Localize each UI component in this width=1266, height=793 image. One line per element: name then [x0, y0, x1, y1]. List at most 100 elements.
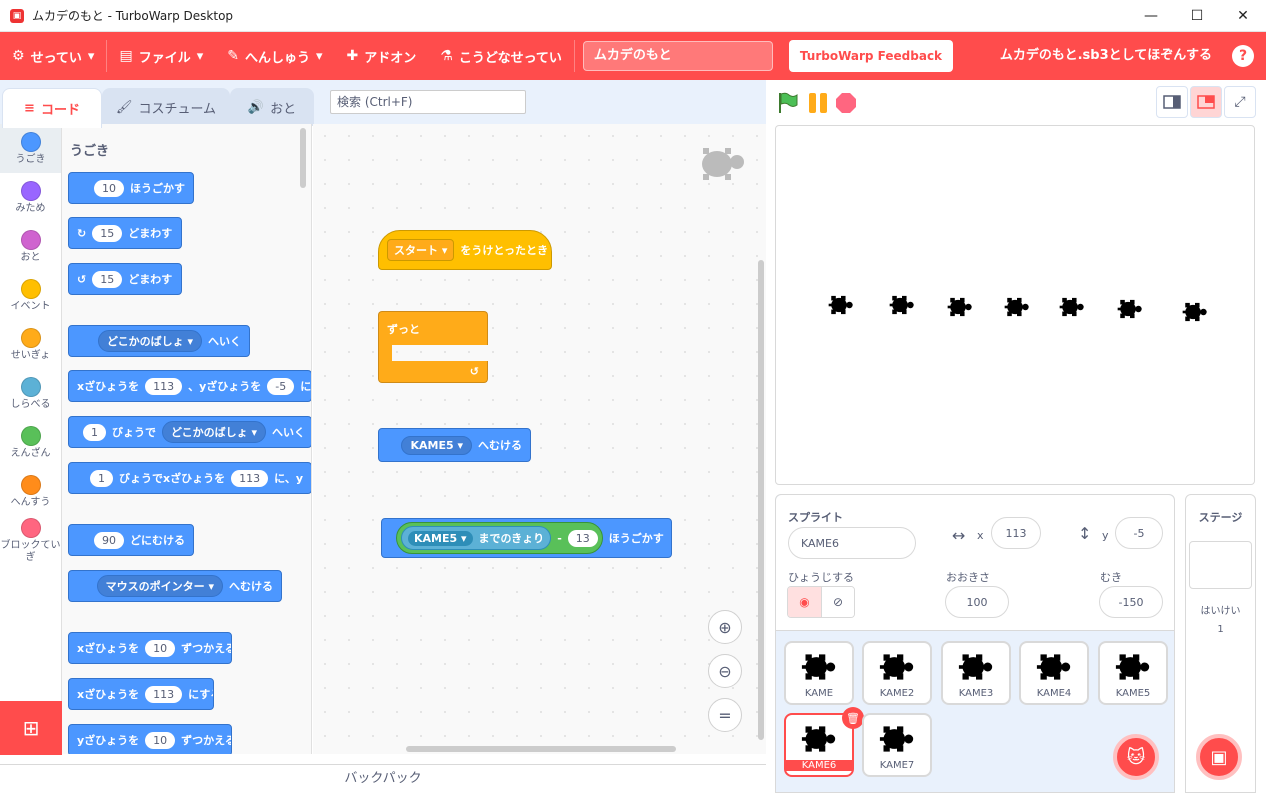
block-input[interactable]: 113 — [145, 377, 183, 395]
backdrop-thumbnail[interactable] — [1189, 541, 1252, 589]
block-input[interactable]: 13 — [567, 529, 598, 547]
project-title-input[interactable]: ムカデのもと — [582, 41, 773, 71]
category-item[interactable]: しらべる — [0, 369, 61, 418]
sprite-name-input[interactable]: KAME6 — [788, 527, 916, 559]
turn-left-block[interactable]: ↺ 15 どまわす — [68, 263, 182, 295]
block-dropdown[interactable]: KAME5 ▾ — [401, 435, 472, 455]
maximize-button[interactable]: ☐ — [1174, 0, 1220, 32]
close-button[interactable]: ✕ — [1220, 0, 1266, 32]
sprite-tile[interactable]: KAME4 — [1019, 641, 1089, 705]
block-input[interactable]: 113 — [145, 685, 183, 703]
green-flag-icon[interactable] — [776, 91, 800, 115]
direction-input[interactable]: -150 — [1099, 586, 1163, 618]
add-backdrop-button[interactable]: ▣ — [1196, 734, 1242, 780]
large-stage-button[interactable] — [1190, 86, 1222, 118]
feedback-button[interactable]: TurboWarp Feedback — [788, 40, 954, 72]
turtle-sprite[interactable] — [1059, 294, 1084, 318]
sprite-tile[interactable]: KAME7 — [862, 713, 932, 777]
category-item[interactable]: おと — [0, 222, 61, 271]
fullscreen-button[interactable]: ⤢ — [1224, 86, 1256, 118]
set-x-block[interactable]: xざひょうを 113 にする — [68, 678, 214, 710]
block-dropdown[interactable]: どこかのばしょ ▾ — [162, 421, 267, 443]
palette-scrollbar[interactable] — [300, 128, 306, 188]
distance-reporter[interactable]: KAME5 ▾ までのきょり — [401, 526, 552, 550]
subtract-reporter[interactable]: KAME5 ▾ までのきょり - 13 — [396, 522, 603, 554]
y-input[interactable]: -5 — [1115, 517, 1163, 549]
move-steps-block[interactable]: 10 ほうごかす — [68, 172, 194, 204]
delete-sprite-icon[interactable]: 🗑 — [842, 707, 864, 729]
category-item[interactable]: えんざん — [0, 418, 61, 467]
glide-to-block[interactable]: 1 びょうで どこかのばしょ ▾ へいく — [68, 416, 311, 448]
search-input[interactable]: 検索 (Ctrl+F) — [330, 90, 526, 114]
block-input[interactable]: 10 — [94, 179, 124, 197]
sprite-tile[interactable]: KAME — [784, 641, 854, 705]
zoom-out-button[interactable]: ⊖ — [708, 654, 742, 688]
block-input[interactable]: 1 — [83, 423, 106, 441]
block-dropdown[interactable]: KAME5 ▾ — [408, 530, 473, 546]
minimize-button[interactable]: — — [1128, 0, 1174, 32]
block-input[interactable]: 10 — [145, 639, 176, 657]
block-input[interactable]: 113 — [231, 469, 269, 487]
workspace-vscrollbar[interactable] — [758, 260, 764, 740]
file-menu[interactable]: ▤ ファイル ▾ — [107, 32, 215, 80]
zoom-in-button[interactable]: ⊕ — [708, 610, 742, 644]
stage-canvas[interactable] — [775, 125, 1255, 485]
turtle-sprite[interactable] — [1117, 296, 1142, 320]
category-item[interactable]: へんすう — [0, 467, 61, 516]
point-towards-workspace-block[interactable]: KAME5 ▾ へむける — [378, 428, 531, 462]
block-dropdown[interactable]: どこかのばしょ ▾ — [97, 330, 202, 352]
block-input[interactable]: -5 — [267, 377, 295, 395]
backpack-bar[interactable]: バックパック — [0, 764, 766, 793]
turtle-sprite[interactable] — [889, 292, 914, 316]
stop-button[interactable] — [836, 93, 856, 113]
move-steps-workspace-block[interactable]: KAME5 ▾ までのきょり - 13 ほうごかす — [381, 518, 672, 558]
glide-to-xy-block[interactable]: 1 びょうでxざひょうを 113 に、y — [68, 462, 311, 494]
category-item[interactable]: うごき — [0, 124, 61, 173]
change-y-block[interactable]: yざひょうを 10 ずつかえる — [68, 724, 232, 754]
sprite-tile[interactable]: KAME5 — [1098, 641, 1168, 705]
script-workspace[interactable]: スタート ▾ をうけとったとき ずっと ↺ KAME5 ▾ へむける KAME5 ▾… — [313, 124, 766, 754]
workspace-hscrollbar[interactable] — [406, 746, 676, 752]
stage-selector[interactable]: ステージ はいけい 1 ▣ — [1185, 494, 1256, 793]
hide-eye-icon[interactable]: ⊘ — [820, 587, 854, 617]
point-towards-block[interactable]: マウスのポインター ▾ へむける — [68, 570, 282, 602]
x-input[interactable]: 113 — [991, 517, 1041, 549]
small-stage-button[interactable] — [1156, 86, 1188, 118]
tab-sound[interactable]: 🔊 おと — [230, 88, 314, 126]
go-to-xy-block[interactable]: xざひょうを 113 、yざひょうを -5 にする — [68, 370, 311, 402]
edit-menu[interactable]: ✎ へんしゅう ▾ — [215, 32, 334, 80]
settings-menu[interactable]: ⚙ せってい ▾ — [0, 32, 106, 80]
turtle-sprite[interactable] — [947, 294, 972, 318]
category-item[interactable]: イベント — [0, 271, 61, 320]
block-dropdown[interactable]: マウスのポインター ▾ — [96, 575, 223, 597]
block-dropdown[interactable]: スタート ▾ — [387, 239, 455, 261]
sprite-tile[interactable]: KAME3 — [941, 641, 1011, 705]
block-input[interactable]: 1 — [90, 469, 114, 487]
addons-menu[interactable]: ✚ アドオン — [335, 32, 429, 80]
block-input[interactable]: 10 — [145, 731, 176, 749]
category-item[interactable]: せいぎょ — [0, 320, 61, 369]
size-input[interactable]: 100 — [945, 586, 1009, 618]
pause-button[interactable] — [808, 93, 828, 113]
add-extension-button[interactable]: ⊞ — [0, 701, 62, 755]
forever-block[interactable]: ずっと ↺ — [378, 311, 488, 383]
turtle-sprite[interactable] — [1182, 299, 1207, 323]
help-icon[interactable]: ? — [1232, 45, 1254, 67]
show-eye-icon[interactable]: ◉ — [788, 587, 821, 617]
turtle-sprite[interactable] — [828, 292, 853, 316]
when-receive-block[interactable]: スタート ▾ をうけとったとき — [378, 230, 552, 270]
category-item[interactable]: みため — [0, 173, 61, 222]
change-x-block[interactable]: xざひょうを 10 ずつかえる — [68, 632, 232, 664]
category-item[interactable]: ブロックていぎ — [0, 516, 61, 565]
sprite-tile[interactable]: KAME2 — [862, 641, 932, 705]
point-direction-block[interactable]: 90 どにむける — [68, 524, 194, 556]
zoom-reset-button[interactable]: = — [708, 698, 742, 732]
block-input[interactable]: 15 — [92, 224, 123, 242]
tab-code[interactable]: ≡ コード — [2, 88, 102, 128]
turtle-sprite[interactable] — [1004, 294, 1029, 318]
block-input[interactable]: 15 — [92, 270, 123, 288]
turn-right-block[interactable]: ↻ 15 どまわす — [68, 217, 182, 249]
save-link[interactable]: ムカデのもと.sb3としてほぞんする — [1000, 32, 1212, 80]
advanced-settings-menu[interactable]: ⚗ こうどなせってい — [428, 32, 574, 80]
go-to-block[interactable]: どこかのばしょ ▾ へいく — [68, 325, 250, 357]
